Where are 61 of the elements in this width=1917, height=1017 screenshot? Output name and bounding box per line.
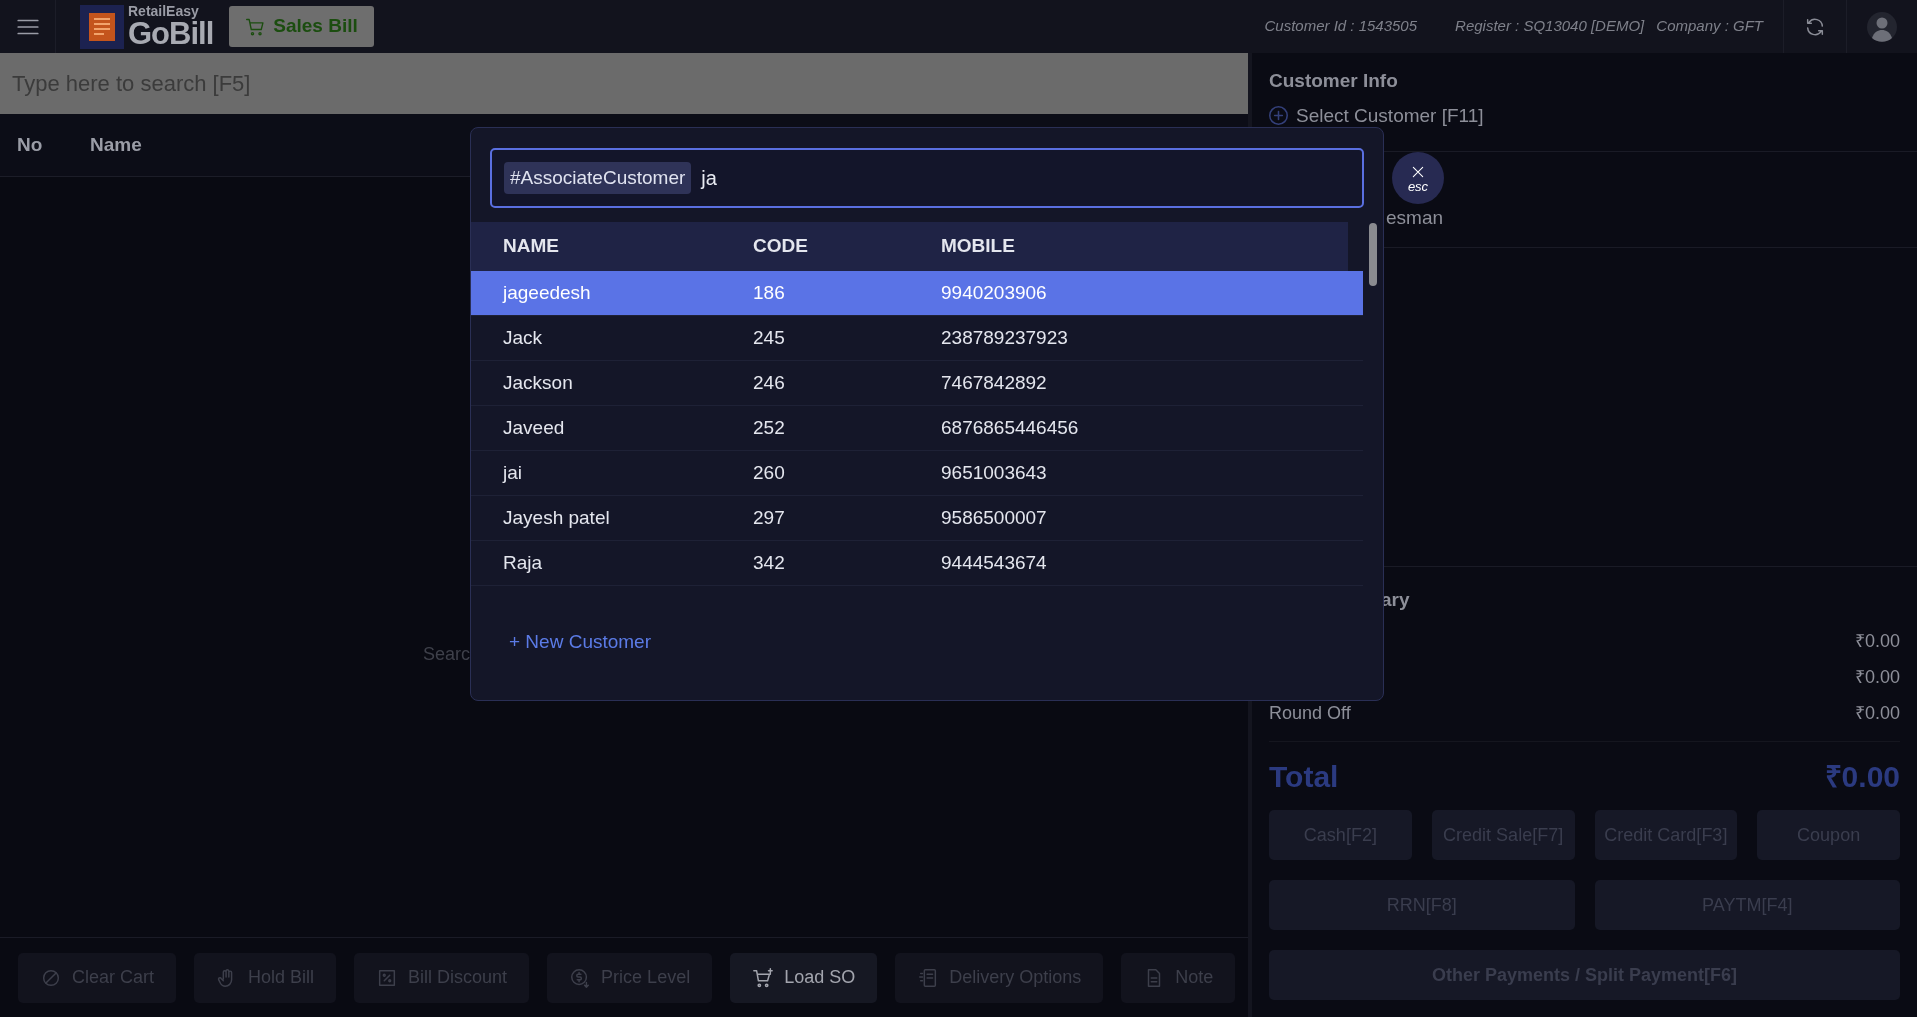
total-value: ₹0.00 <box>1824 758 1900 795</box>
customer-row[interactable]: Jack 245 238789237923 <box>471 316 1363 361</box>
table-cell: 246 <box>753 371 785 393</box>
customer-row[interactable]: jai 260 9651003643 <box>471 451 1363 496</box>
table-cell: 7467842892 <box>941 371 1047 393</box>
brand-name: GoBill <box>128 18 214 49</box>
table-cell: Raja <box>503 551 543 573</box>
table-cell: 9444543674 <box>941 551 1047 573</box>
table-cell: 342 <box>753 551 785 573</box>
empty-cart-hint: Searc <box>422 643 470 666</box>
table-cell: jageedesh <box>503 281 591 303</box>
search-tag: #AssociateCustomer <box>504 161 692 195</box>
customer-search-field[interactable]: #AssociateCustomer ja <box>490 148 1364 208</box>
table-cell: Jayesh patel <box>503 506 610 528</box>
toolbar-button[interactable]: Load SO <box>730 952 878 1003</box>
salesman-label: esman <box>1386 207 1444 228</box>
search-query: ja <box>701 166 717 191</box>
summary-value: ₹0.00 <box>1854 629 1900 653</box>
column-header: CODE <box>753 234 809 259</box>
logo-icon <box>80 4 124 49</box>
cart-icon <box>752 966 775 989</box>
table-cell: 297 <box>753 506 785 528</box>
header-info-text: Register : SQ13040 [DEMO] <box>1455 16 1645 37</box>
new-customer-link[interactable]: + New Customer <box>509 628 652 657</box>
table-cell: 9651003643 <box>941 461 1047 483</box>
select-customer-link[interactable]: Select Customer [F11] <box>1269 101 1484 130</box>
table-cell: Jackson <box>503 371 573 393</box>
summary-label: Round Off <box>1269 701 1351 725</box>
cart-icon <box>245 16 266 37</box>
table-cell: 9586500007 <box>941 506 1047 528</box>
table-cell: 260 <box>753 461 785 483</box>
scrollbar-thumb[interactable] <box>1369 223 1377 286</box>
column-header: Name <box>90 132 142 157</box>
summary-value: ₹0.00 <box>1854 665 1900 689</box>
total-label: Total <box>1269 758 1339 795</box>
customer-row[interactable]: Raja 342 9444543674 <box>471 541 1363 586</box>
table-cell: Jack <box>503 326 543 348</box>
customer-row[interactable]: Jayesh patel 297 9586500007 <box>471 496 1363 541</box>
section-title: Customer Info <box>1269 69 1399 93</box>
customer-row[interactable]: Jackson 246 7467842892 <box>471 361 1363 406</box>
table-cell: 245 <box>753 326 785 348</box>
table-cell: 238789237923 <box>941 326 1068 348</box>
sales-bill-button[interactable]: Sales Bill <box>229 6 374 47</box>
summary-value: ₹0.00 <box>1854 701 1900 725</box>
customer-row[interactable]: Javeed 252 6876865446456 <box>471 406 1363 451</box>
table-cell: 252 <box>753 416 785 438</box>
table-cell: 9940203906 <box>941 281 1047 303</box>
table-cell: 6876865446456 <box>941 416 1079 438</box>
header-info-text: Customer Id : 1543505 <box>1264 16 1418 37</box>
table-cell: Javeed <box>503 416 565 438</box>
plus-circle-icon <box>1269 106 1288 126</box>
column-header: No <box>17 132 44 157</box>
coin-icon <box>569 966 592 989</box>
table-cell: jai <box>503 461 522 483</box>
column-header: MOBILE <box>941 234 1015 259</box>
column-header: NAME <box>502 234 560 259</box>
avatar-icon <box>1867 11 1897 42</box>
customer-row[interactable]: jageedesh 186 9940203906 <box>471 271 1363 316</box>
brand-tagline: RetailEasy <box>128 4 200 18</box>
header-info-text: Company : GFT <box>1656 16 1763 37</box>
table-cell: 186 <box>753 281 785 303</box>
